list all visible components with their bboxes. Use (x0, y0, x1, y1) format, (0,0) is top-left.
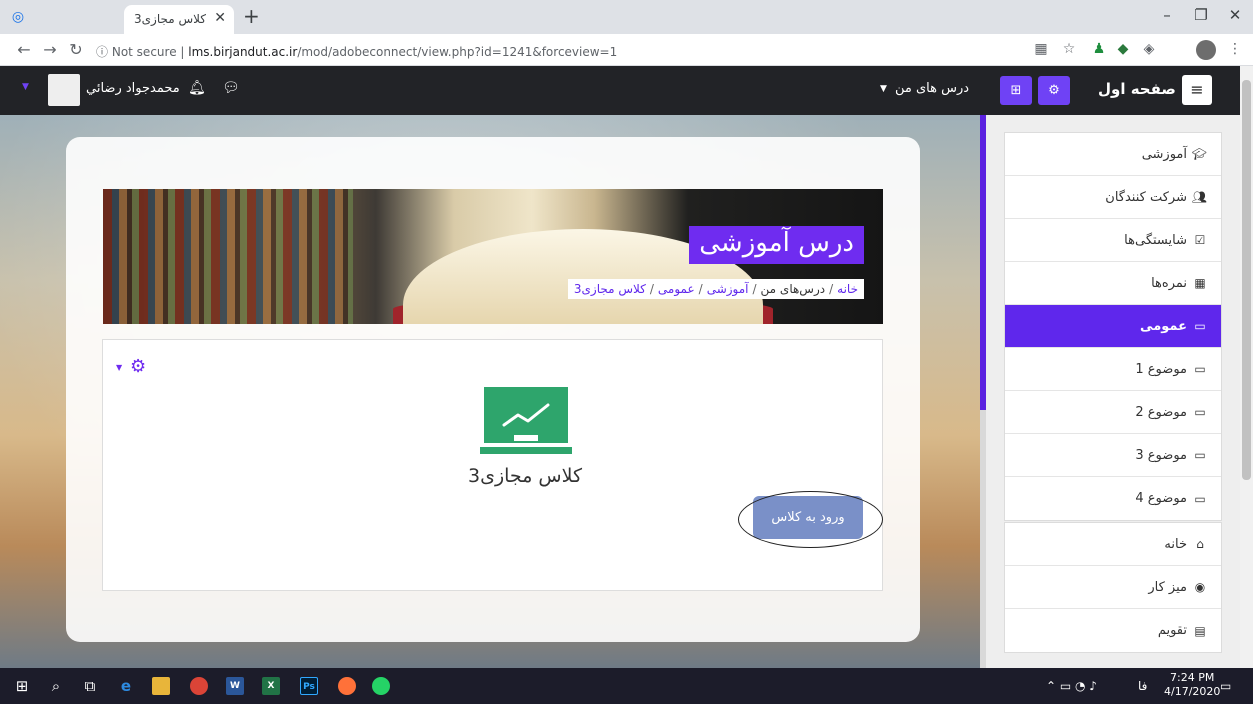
breadcrumb-course[interactable]: آموزشی (707, 282, 749, 296)
drawer-item-competencies[interactable]: ☑ شایستگی‌ها (1005, 219, 1221, 262)
dashboard-icon: ◉ (1194, 580, 1206, 594)
user-name[interactable]: محمدجواد رضائي (86, 81, 180, 96)
whatsapp-icon[interactable] (372, 677, 390, 695)
settings-cogs-icon[interactable]: ⚙ (1038, 76, 1070, 105)
system-clock[interactable]: 7:24 PM 4/17/2020 (1164, 671, 1220, 699)
sitemap-icon[interactable]: ⊞ (1000, 76, 1032, 105)
task-view-icon[interactable]: ⧉ (80, 677, 100, 695)
site-navbar: ▼ محمدجواد رضائي 🔔︎ 💬︎ ▼ درس های من ⊞ ⚙ … (0, 66, 1240, 115)
classroom-board-ledge (480, 447, 572, 454)
breadcrumb-section[interactable]: عمومی (658, 282, 695, 296)
folder-icon: ▭ (1194, 405, 1206, 419)
drawer-item-course[interactable]: 🎓︎ آموزشی (1005, 133, 1221, 176)
drawer-item-topic-2[interactable]: ▭ موضوع 2 (1005, 391, 1221, 434)
drawer-item-home[interactable]: ⌂ خانه (1005, 523, 1221, 566)
actions-gear-icon[interactable]: ⚙ (130, 356, 146, 377)
bookmark-star-icon[interactable]: ☆ (1060, 41, 1078, 57)
extension-puzzle-icon[interactable]: ◈ (1140, 41, 1158, 57)
back-icon[interactable]: ← (14, 40, 34, 59)
drawer-item-participants[interactable]: 👥︎ شرکت کنندگان (1005, 176, 1221, 219)
browser-menu-dots-icon[interactable]: ⋮ (1226, 41, 1244, 57)
search-icon[interactable]: ⌕ (46, 677, 66, 695)
browser-tab[interactable]: کلاس مجازی3 ✕ (124, 5, 234, 34)
notifications-icon[interactable]: ▭ (1220, 679, 1231, 693)
tray-icons[interactable]: ⌃ ▭ ◔ ♪ (1046, 679, 1097, 693)
users-icon: 👥︎ (1191, 190, 1207, 204)
calendar-icon: ▤ (1194, 623, 1206, 638)
folder-icon: ▭ (1194, 362, 1206, 376)
browser-address-bar: ← → ↻ ⓘ Not secure | lms.birjandut.ac.ir… (0, 34, 1253, 66)
word-icon[interactable]: W (226, 677, 244, 695)
drawer-item-topic-3[interactable]: ▭ موضوع 3 (1005, 434, 1221, 477)
drawer-course-group: 🎓︎ آموزشی 👥︎ شرکت کنندگان ☑ شایستگی‌ها ▦ نمر… (1004, 132, 1222, 521)
extension-person-icon[interactable]: ♟ (1090, 41, 1108, 57)
forward-icon[interactable]: → (40, 40, 60, 59)
extension-leaf-icon[interactable]: ◆ (1114, 41, 1132, 57)
url-input[interactable]: ⓘ Not secure | lms.birjandut.ac.ir/mod/a… (96, 43, 617, 60)
breadcrumb-home[interactable]: خانه (837, 282, 858, 296)
drawer-item-grades[interactable]: ▦ نمره‌ها (1005, 262, 1221, 305)
excel-icon[interactable]: X (262, 677, 280, 695)
photoshop-icon[interactable]: Ps (300, 677, 318, 695)
folder-icon: ▭ (1194, 491, 1206, 506)
drawer-item-calendar[interactable]: ▤ تقویم (1005, 609, 1221, 652)
firefox-icon[interactable] (338, 677, 356, 695)
drawer-item-topic-4[interactable]: ▭ موضوع 4 (1005, 477, 1221, 520)
minimize-icon[interactable]: – (1155, 6, 1179, 24)
page-scrollbar-thumb[interactable] (1242, 80, 1251, 480)
drawer-site-group: ⌂ خانه ◉ میز کار ▤ تقویم (1004, 522, 1222, 653)
breadcrumb-my-courses[interactable]: درس‌های من (761, 282, 826, 296)
breadcrumb: خانه/درس‌های من/آموزشی/عمومی/کلاس مجازی3 (567, 279, 864, 299)
home-icon: ⌂ (1196, 537, 1204, 551)
drawer-item-topic-1[interactable]: ▭ موضوع 1 (1005, 348, 1221, 391)
my-courses-menu[interactable]: درس های من (895, 81, 969, 96)
info-icon: ⓘ (96, 45, 109, 59)
folder-icon: ▭ (1194, 448, 1206, 462)
internet-explorer-icon[interactable]: e (116, 677, 136, 695)
reload-icon[interactable]: ↻ (66, 40, 86, 59)
clock-date: 4/17/2020 (1164, 685, 1221, 698)
new-tab-button[interactable]: + (243, 5, 260, 27)
site-home-link[interactable]: صفحه اول (1098, 80, 1176, 98)
breadcrumb-activity[interactable]: کلاس مجازی3 (574, 282, 646, 296)
security-label: Not secure (111, 45, 177, 59)
notification-bell-icon[interactable]: 🔔︎ (188, 80, 206, 96)
user-avatar[interactable] (48, 74, 80, 106)
drawer-item-general[interactable]: ▭ عمومی (1005, 305, 1221, 348)
trend-line-icon (502, 403, 550, 441)
translate-icon[interactable]: ▦ (1032, 41, 1050, 57)
file-explorer-icon[interactable] (152, 677, 170, 695)
bookshelf-image (103, 189, 353, 324)
url-path: /mod/adobeconnect/view.php?id=1241&force… (297, 45, 618, 59)
restore-icon[interactable]: ❐ (1189, 6, 1213, 24)
check-square-icon: ☑ (1194, 233, 1206, 247)
browser-tab-bar: ◎ کلاس مجازی3 ✕ + – ❐ ✕ (0, 0, 1253, 34)
input-language[interactable]: فا (1138, 679, 1147, 693)
folder-icon: ▭ (1194, 319, 1206, 333)
window-close-icon[interactable]: ✕ (1223, 6, 1247, 24)
messages-icon[interactable]: 💬︎ (222, 80, 240, 96)
course-title: درس آموزشی (689, 226, 864, 264)
actions-caret-icon[interactable]: ▼ (116, 363, 122, 372)
tab-close-icon[interactable]: ✕ (214, 10, 226, 26)
drawer-toggle-button[interactable]: ≡ (1182, 75, 1212, 105)
profile-avatar[interactable] (1196, 40, 1216, 60)
classroom-board-icon (484, 387, 568, 443)
table-icon: ▦ (1194, 276, 1206, 290)
my-courses-caret-icon[interactable]: ▼ (880, 84, 887, 94)
drawer-item-dashboard[interactable]: ◉ میز کار (1005, 566, 1221, 609)
user-menu-caret-icon[interactable]: ▼ (22, 82, 29, 92)
clock-time: 7:24 PM (1170, 671, 1215, 684)
url-host: lms.birjandut.ac.ir (188, 45, 298, 59)
navigation-drawer: 🎓︎ آموزشی 👥︎ شرکت کنندگان ☑ شایستگی‌ها ▦ نمر… (986, 115, 1240, 668)
windows-start-icon[interactable]: ⊞ (12, 677, 32, 695)
chrome-icon[interactable] (190, 677, 208, 695)
tab-title: کلاس مجازی3 (134, 12, 206, 26)
windows-taskbar: ⊞ ⌕ ⧉ e W X Ps ⌃ ▭ ◔ ♪ فا 7:24 PM 4/17/2… (0, 668, 1253, 704)
course-header-banner: درس آموزشی خانه/درس‌های من/آموزشی/عمومی/… (103, 189, 883, 324)
graduation-cap-icon: 🎓︎ (1191, 147, 1207, 161)
highlight-ellipse-annotation (738, 491, 883, 548)
activity-name: کلاس مجازی3 (468, 465, 582, 487)
browser-menu-icon[interactable]: ◎ (10, 9, 26, 25)
